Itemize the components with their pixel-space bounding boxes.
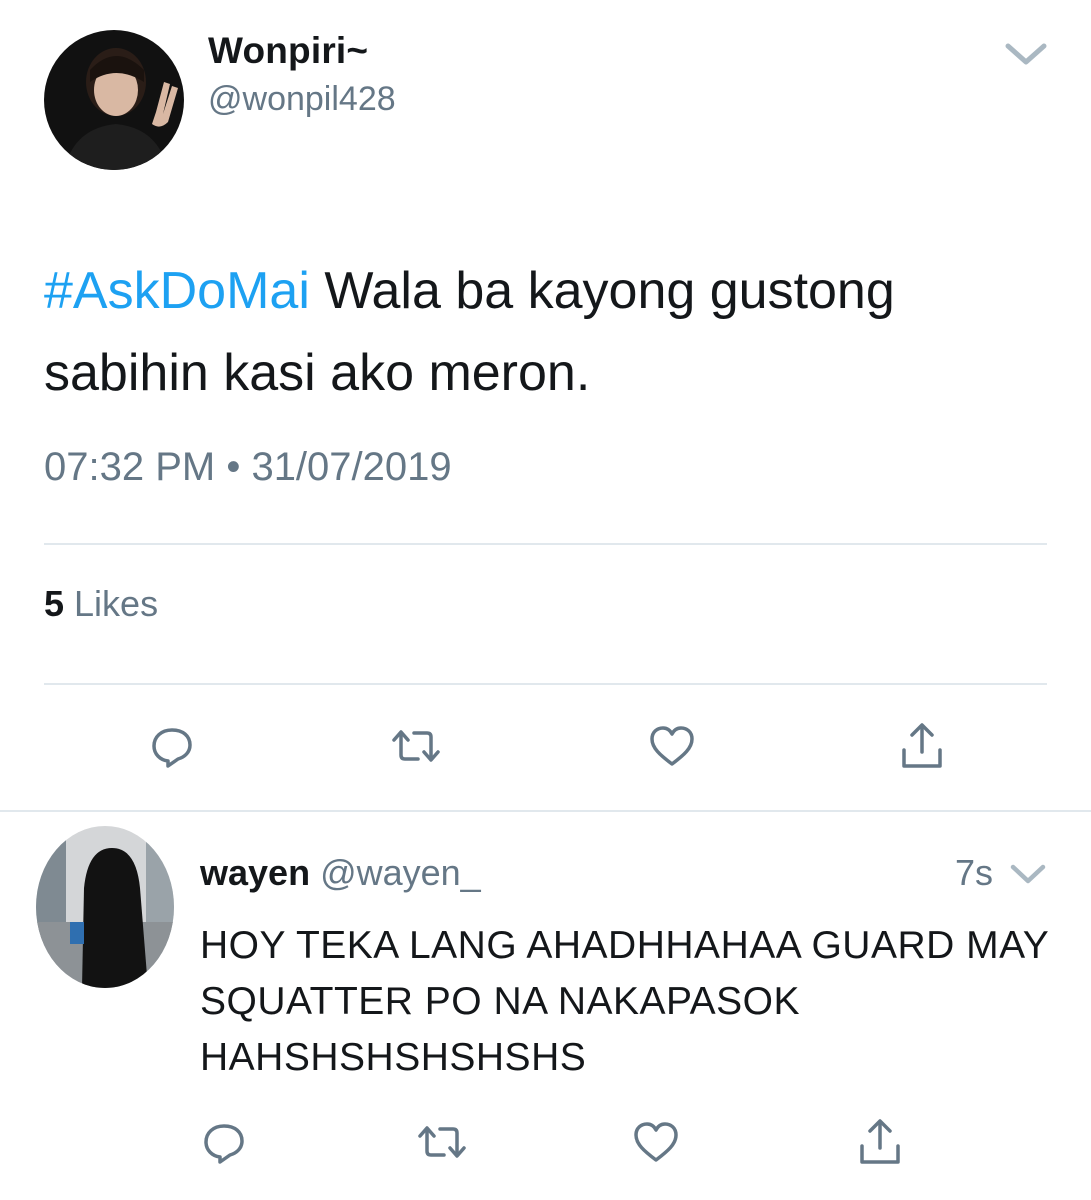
retweet-icon xyxy=(418,1126,466,1158)
share-icon xyxy=(902,723,942,768)
main-author-avatar[interactable] xyxy=(44,30,184,170)
share-button[interactable] xyxy=(892,716,952,776)
reply-author-avatar[interactable] xyxy=(36,826,174,988)
chevron-down-icon[interactable] xyxy=(1002,38,1050,70)
reply-text: HOY TEKA LANG AHADHHAHAA GUARD MAY SQUAT… xyxy=(200,924,1049,1079)
like-button[interactable] xyxy=(642,716,702,776)
main-tweet: Wonpiri~ @wonpil428 #AskDoMai Wala ba ka… xyxy=(0,0,1091,812)
reply-share-button[interactable] xyxy=(850,1112,910,1172)
reply-button[interactable] xyxy=(142,716,202,776)
reply-author-line[interactable]: wayen @wayen_ xyxy=(200,852,481,894)
main-author-name[interactable]: Wonpiri~ xyxy=(208,30,368,72)
likes-count[interactable]: 5 Likes xyxy=(44,583,158,625)
retweet-button[interactable] xyxy=(386,716,446,776)
avatar-photo-icon xyxy=(36,826,174,988)
divider xyxy=(0,810,1091,812)
reply-reply-button[interactable] xyxy=(194,1112,254,1172)
share-icon xyxy=(860,1119,900,1164)
divider xyxy=(44,543,1047,545)
reply-author-handle[interactable]: @wayen_ xyxy=(320,852,481,893)
reply-icon xyxy=(204,1124,244,1164)
reply-icon xyxy=(152,728,192,768)
tweet-timestamp: 07:32 PM • 31/07/2019 xyxy=(44,445,452,489)
avatar-photo-icon xyxy=(44,30,184,170)
tweet-text: #AskDoMai Wala ba kayong gustong sabihin… xyxy=(44,250,1054,414)
reply-retweet-button[interactable] xyxy=(412,1112,472,1172)
like-icon xyxy=(634,1122,678,1162)
divider xyxy=(44,683,1047,685)
like-icon xyxy=(650,726,694,766)
hashtag-link[interactable]: #AskDoMai xyxy=(44,262,310,320)
main-author-handle[interactable]: @wonpil428 xyxy=(208,80,396,119)
reply-author-name[interactable]: wayen xyxy=(200,852,310,893)
reply-time: 7s xyxy=(955,852,994,893)
chevron-down-icon[interactable] xyxy=(1008,860,1048,888)
likes-label: Likes xyxy=(64,583,159,624)
reply-like-button[interactable] xyxy=(626,1112,686,1172)
retweet-icon xyxy=(392,730,440,762)
likes-number: 5 xyxy=(44,583,65,624)
